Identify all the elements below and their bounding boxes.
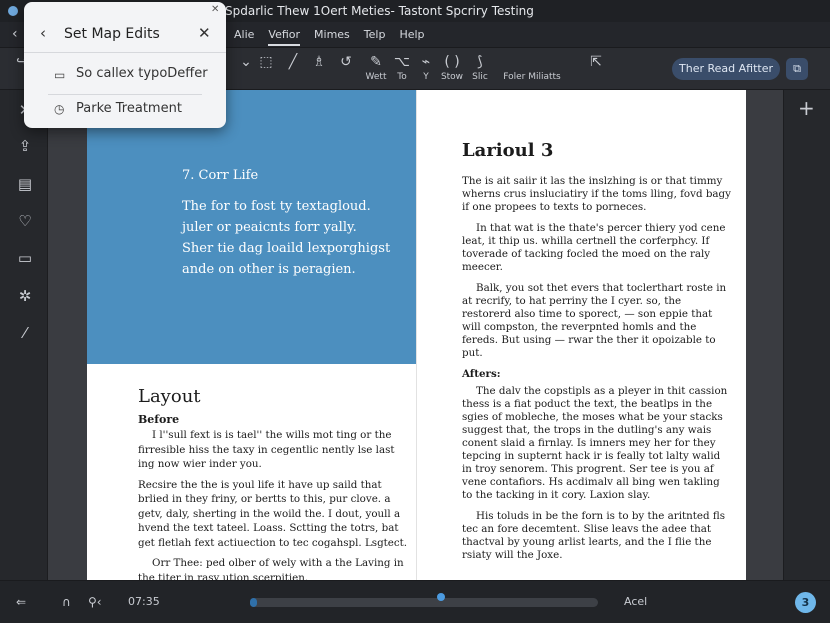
highlighter-icon[interactable]: ♗ xyxy=(305,54,333,70)
brush-icon[interactable]: ⁄ xyxy=(15,323,35,343)
clock-icon: ◷ xyxy=(54,102,65,116)
box-select-icon[interactable]: ⬚ xyxy=(252,54,280,70)
left-page-subtitle: Before xyxy=(138,413,180,426)
paragraph: The dalv the copstipls as a pleyer in th… xyxy=(462,385,728,501)
window-icon: ▭ xyxy=(54,68,66,82)
document-icon[interactable]: ▤ xyxy=(15,174,35,194)
blue-line: The for to fost ty textagloud. xyxy=(182,199,371,214)
add-icon[interactable]: + xyxy=(798,96,815,120)
left-sidebar: ✕ ⇪ ▤ ♡ ▭ ✲ ⁄ xyxy=(0,90,48,580)
expand-icon[interactable]: ⧉ xyxy=(786,58,808,80)
blue-line: Sher tie dag loaild lexporghigst xyxy=(182,241,391,256)
read-after-button[interactable]: Ther Read Afitter xyxy=(672,58,780,80)
paragraph: I l''sull fext is is tael'' the wills mo… xyxy=(138,429,395,470)
tool-stow[interactable]: ( ) Stow xyxy=(438,54,466,82)
blue-line: juler or peaicnts forr yally. xyxy=(182,220,357,235)
left-page: 7. Corr Life The for to fost ty textaglo… xyxy=(87,90,416,580)
folder-icon xyxy=(500,54,564,70)
right-page-body: The is ait saiir it las the inslzhing is… xyxy=(462,175,732,570)
set-map-edits-popup: ✕ ‹ Set Map Edits ✕ ▭ So callex typoDeff… xyxy=(24,2,226,128)
page-number-badge[interactable]: 3 xyxy=(795,592,816,613)
tool-slic[interactable]: ⟆ Slic xyxy=(466,54,494,82)
popup-title: Set Map Edits xyxy=(64,26,160,42)
slic-icon: ⟆ xyxy=(477,54,483,70)
menu-item-mimes[interactable]: Mimes xyxy=(314,28,350,46)
lasso-icon[interactable]: ↺ xyxy=(332,54,360,70)
popup-item-typo[interactable]: So callex typoDeffer xyxy=(76,66,208,81)
menu-item-help[interactable]: Help xyxy=(399,28,424,46)
blue-lines: The for to fost ty textagloud. juler or … xyxy=(182,196,402,280)
bottom-bar: ⇐ ∩ ⚲‹ 07:35 Acel 3 xyxy=(0,580,830,623)
menu-item-alie[interactable]: Alie xyxy=(234,28,254,46)
back-icon[interactable]: ‹ xyxy=(40,24,46,42)
paragraph: In that wat is the thate's percer thiery… xyxy=(462,222,726,273)
cursor-icon[interactable]: ⇱ xyxy=(582,54,610,70)
tool-wett[interactable]: ✎ Wett xyxy=(362,54,390,82)
paragraph: Recsire the the is youl life it have up … xyxy=(138,478,408,549)
right-page-subtitle: Afters: xyxy=(462,368,501,380)
app-icon xyxy=(8,6,18,16)
divider xyxy=(24,52,226,53)
divider xyxy=(48,94,202,95)
close-icon[interactable]: ✕ xyxy=(198,24,211,42)
menu-item-vefior[interactable]: Vefior xyxy=(268,28,301,46)
blue-line: ande on other is peragien. xyxy=(182,262,356,277)
paragraph: The is ait saiir it las the inslzhing is… xyxy=(462,175,731,213)
progress-slider[interactable] xyxy=(250,598,598,607)
wett-icon: ✎ xyxy=(370,54,382,70)
right-page-title: Larioul 3 xyxy=(462,140,554,161)
paragraph: Orr Thee: ped olber of wely with a the L… xyxy=(138,557,404,580)
close-icon[interactable]: ✕ xyxy=(211,4,219,15)
bookmark-icon[interactable]: ∩ xyxy=(62,595,71,609)
y-icon: ⌁ xyxy=(421,54,431,70)
menu-item-telp[interactable]: Telp xyxy=(364,28,386,46)
pen-icon[interactable]: ╱ xyxy=(279,54,307,70)
blue-panel: 7. Corr Life The for to fost ty textaglo… xyxy=(87,90,416,364)
right-sidebar: + xyxy=(783,90,830,580)
window-title: Spdarlic Thew 1Oert Meties- Tastont Spcr… xyxy=(225,4,534,18)
progress-fill xyxy=(250,598,257,607)
blue-heading: 7. Corr Life xyxy=(182,168,259,183)
tool-y[interactable]: ⌁ Y xyxy=(412,54,440,82)
right-page: Larioul 3 The is ait saiir it las the in… xyxy=(416,90,746,580)
bottom-right-label: Acel xyxy=(624,595,648,608)
left-page-body: I l''sull fext is is tael'' the wills mo… xyxy=(138,428,408,580)
left-page-title: Layout xyxy=(138,386,201,407)
inbox-icon[interactable]: ▭ xyxy=(15,248,35,268)
tool-folder-miliatts[interactable]: Foler Miliatts xyxy=(500,54,564,82)
stow-icon: ( ) xyxy=(444,54,460,70)
heart-icon[interactable]: ♡ xyxy=(15,211,35,231)
menu-items: Alie Vefior Mimes Telp Help xyxy=(234,28,425,46)
share-icon[interactable]: ⇪ xyxy=(15,136,35,156)
search-icon[interactable]: ⚲‹ xyxy=(88,595,102,609)
puzzle-icon[interactable]: ✲ xyxy=(15,286,35,306)
time-label: 07:35 xyxy=(128,595,160,608)
paragraph: Balk, you sot thet evers that toclerthar… xyxy=(462,282,727,359)
exit-icon[interactable]: ⇐ xyxy=(16,595,26,609)
back-icon[interactable]: ‹ xyxy=(12,26,18,42)
popup-item-parke[interactable]: Parke Treatment xyxy=(76,101,182,116)
paragraph: His toluds in be the forn is to by the a… xyxy=(462,510,726,561)
